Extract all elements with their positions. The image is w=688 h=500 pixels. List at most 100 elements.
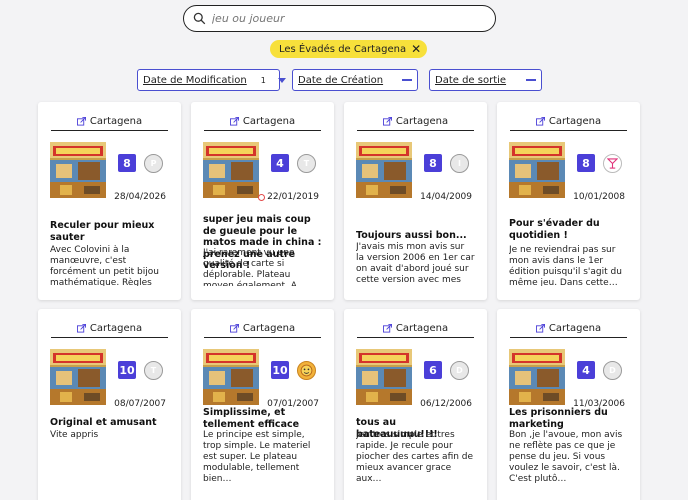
review-card[interactable]: Cartagena 8 10/01/2008 Pour s'évader du … bbox=[497, 102, 640, 300]
external-link-icon bbox=[76, 117, 86, 126]
close-icon[interactable]: ✕ bbox=[411, 43, 421, 55]
score-badge: 8 bbox=[577, 154, 595, 172]
score-badge: 4 bbox=[271, 154, 289, 172]
review-title[interactable]: Toujours aussi bon... bbox=[356, 230, 475, 242]
review-date: 14/04/2009 bbox=[420, 192, 472, 202]
avatar[interactable]: D bbox=[603, 361, 622, 380]
game-box-image[interactable] bbox=[50, 349, 106, 405]
avatar-initial: T bbox=[303, 159, 310, 168]
review-card[interactable]: Cartagena 4 D 11/03/2006 Les prisonniers… bbox=[497, 309, 640, 500]
game-name: Cartagena bbox=[89, 323, 143, 334]
review-date-text: 06/12/2006 bbox=[420, 399, 472, 409]
review-date: 22/01/2019 bbox=[258, 192, 319, 202]
score-badge: 10 bbox=[271, 361, 289, 379]
game-name: Cartagena bbox=[395, 323, 449, 334]
review-excerpt: J'avais mis mon avis sur la version 2006… bbox=[356, 242, 475, 285]
review-title[interactable]: Pour s'évader du quotidien ! bbox=[509, 218, 628, 241]
sort-release-button[interactable]: Date de sortie bbox=[429, 69, 542, 91]
divider bbox=[204, 130, 321, 131]
review-card[interactable]: Cartagena 10 07/01/2007 Simplissime, et … bbox=[191, 309, 334, 500]
avatar[interactable] bbox=[297, 361, 316, 380]
game-box-image[interactable] bbox=[356, 349, 412, 405]
review-date: 28/04/2026 bbox=[114, 192, 166, 202]
review-date-text: 08/07/2007 bbox=[114, 399, 166, 409]
sort-creation-label: Date de Création bbox=[298, 74, 384, 86]
game-link[interactable]: Cartagena bbox=[38, 323, 181, 334]
avatar[interactable]: I bbox=[450, 154, 469, 173]
review-card[interactable]: Cartagena 4 T 22/01/2019 super jeu mais … bbox=[191, 102, 334, 300]
clock-icon bbox=[258, 193, 266, 201]
score-badge: 8 bbox=[118, 154, 136, 172]
divider bbox=[51, 337, 168, 338]
review-date-text: 14/04/2009 bbox=[420, 192, 472, 202]
game-name: Cartagena bbox=[242, 323, 296, 334]
game-box-image[interactable] bbox=[203, 142, 259, 198]
avatar-initial: P bbox=[150, 159, 157, 168]
external-link-icon bbox=[382, 324, 392, 333]
review-excerpt: Je ne reviendrai pas sur mon avis dans l… bbox=[509, 245, 622, 286]
sort-order-badge: 1 bbox=[260, 75, 266, 85]
divider bbox=[510, 337, 627, 338]
avatar[interactable]: T bbox=[297, 154, 316, 173]
review-excerpt: Bon ,je l'avoue, mon avis ne reflète pas… bbox=[509, 430, 623, 484]
avatar[interactable]: P bbox=[144, 154, 163, 173]
review-excerpt: Vite appris bbox=[50, 430, 99, 440]
cartoon-avatar-icon bbox=[300, 364, 313, 377]
game-box-image[interactable] bbox=[50, 142, 106, 198]
game-name: Cartagena bbox=[548, 323, 602, 334]
game-link[interactable]: Cartagena bbox=[497, 116, 640, 127]
divider bbox=[510, 130, 627, 131]
sort-modification-label: Date de Modification bbox=[143, 74, 247, 86]
search-icon bbox=[193, 12, 206, 25]
game-box-image[interactable] bbox=[509, 349, 565, 405]
review-title[interactable]: Reculer pour mieux sauter bbox=[50, 220, 169, 243]
filter-chip: Les Évadés de Cartagena ✕ bbox=[270, 40, 428, 58]
game-link[interactable]: Cartagena bbox=[38, 116, 181, 127]
caret-down-icon bbox=[277, 77, 286, 83]
filter-chip-label: Les Évadés de Cartagena bbox=[279, 43, 407, 55]
score-badge: 4 bbox=[577, 361, 595, 379]
external-link-icon bbox=[382, 117, 392, 126]
cocktail-icon bbox=[607, 158, 618, 169]
sort-release-label: Date de sortie bbox=[435, 74, 507, 86]
search-bar[interactable] bbox=[183, 5, 496, 32]
avatar[interactable]: D bbox=[450, 361, 469, 380]
game-box-image[interactable] bbox=[356, 142, 412, 198]
review-card[interactable]: Cartagena 8 I 14/04/2009 Toujours aussi … bbox=[344, 102, 487, 300]
sort-creation-button[interactable]: Date de Création bbox=[292, 69, 418, 91]
review-card[interactable]: Cartagena 10 T 08/07/2007 Original et am… bbox=[38, 309, 181, 500]
game-link[interactable]: Cartagena bbox=[191, 323, 334, 334]
game-box-image[interactable] bbox=[509, 142, 565, 198]
avatar-initial: T bbox=[150, 366, 157, 375]
external-link-icon bbox=[229, 117, 239, 126]
external-link-icon bbox=[535, 324, 545, 333]
avatar-initial: D bbox=[456, 366, 463, 375]
external-link-icon bbox=[76, 324, 86, 333]
review-date-text: 10/01/2008 bbox=[573, 192, 625, 202]
game-box-image[interactable] bbox=[203, 349, 259, 405]
divider bbox=[204, 337, 321, 338]
score-badge: 8 bbox=[424, 154, 442, 172]
review-excerpt: Jeu tres simple et tres rapide. Je recul… bbox=[356, 430, 474, 484]
review-excerpt: Le principe est simple, trop simple. Le … bbox=[203, 430, 311, 484]
review-card[interactable]: Cartagena 6 D 06/12/2006 tous au bateauu… bbox=[344, 309, 487, 500]
review-card[interactable]: Cartagena 8 P 28/04/2026 Reculer pour mi… bbox=[38, 102, 181, 300]
sort-modification-button[interactable]: Date de Modification 1 bbox=[137, 69, 286, 91]
review-title[interactable]: Simplissime, et tellement efficace bbox=[203, 407, 322, 430]
divider bbox=[51, 130, 168, 131]
game-link[interactable]: Cartagena bbox=[191, 116, 334, 127]
review-date: 08/07/2007 bbox=[114, 399, 166, 409]
game-link[interactable]: Cartagena bbox=[344, 116, 487, 127]
external-link-icon bbox=[535, 117, 545, 126]
game-name: Cartagena bbox=[242, 116, 296, 127]
avatar[interactable] bbox=[603, 154, 622, 173]
review-title[interactable]: Les prisonniers du marketing bbox=[509, 407, 628, 430]
avatar-initial: D bbox=[609, 366, 616, 375]
avatar[interactable]: T bbox=[144, 361, 163, 380]
review-title[interactable]: Original et amusant bbox=[50, 417, 169, 429]
review-date: 10/01/2008 bbox=[573, 192, 625, 202]
review-excerpt: Avec Colovini à la manœuvre, c'est forcé… bbox=[50, 245, 159, 286]
game-link[interactable]: Cartagena bbox=[497, 323, 640, 334]
game-link[interactable]: Cartagena bbox=[344, 323, 487, 334]
search-input[interactable] bbox=[212, 12, 472, 25]
